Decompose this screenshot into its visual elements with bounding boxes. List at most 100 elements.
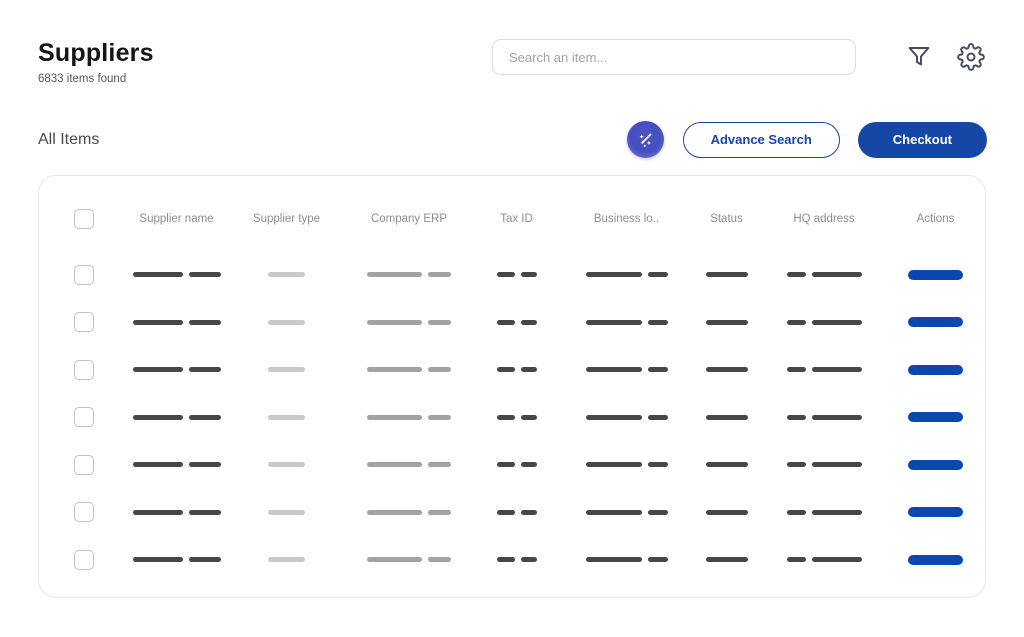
- cell-tax-id: [469, 367, 564, 372]
- skeleton-bar: [787, 510, 806, 515]
- row-checkbox[interactable]: [74, 550, 94, 570]
- cell-status: [689, 462, 764, 467]
- header-cell-tax-id: Tax ID: [469, 213, 564, 225]
- skeleton-bar: [706, 510, 748, 515]
- cell-status: [689, 320, 764, 325]
- skeleton-bar: [428, 320, 451, 325]
- cell-supplier-type: [224, 367, 349, 372]
- cell-business-location: [564, 462, 689, 467]
- row-checkbox[interactable]: [74, 455, 94, 475]
- settings-button[interactable]: [956, 42, 986, 72]
- row-checkbox[interactable]: [74, 265, 94, 285]
- column-label-supplier-type: Supplier type: [253, 213, 320, 225]
- skeleton-bar: [133, 415, 183, 420]
- cell-hq-address: [764, 510, 884, 515]
- header-cell-business-location: Business lo..: [564, 213, 689, 225]
- skeleton-bar: [133, 272, 183, 277]
- table-header-row: Supplier nameSupplier typeCompany ERPTax…: [39, 176, 985, 251]
- skeleton-bar: [706, 462, 748, 467]
- cell-actions: [884, 460, 986, 470]
- skeleton-bar: [367, 272, 422, 277]
- page-title: Suppliers: [38, 38, 154, 68]
- checkout-button[interactable]: Checkout: [858, 122, 987, 158]
- row-checkbox[interactable]: [74, 407, 94, 427]
- skeleton-bar: [189, 272, 221, 277]
- skeleton-bar: [428, 272, 451, 277]
- header-cell-company-erp: Company ERP: [349, 213, 469, 225]
- skeleton-bar: [586, 272, 642, 277]
- table-row: [39, 536, 985, 584]
- cell-select: [39, 597, 129, 598]
- row-checkbox[interactable]: [74, 360, 94, 380]
- cell-business-location: [564, 272, 689, 277]
- title-block: Suppliers 6833 items found: [38, 38, 154, 85]
- skeleton-bar: [497, 557, 515, 562]
- suppliers-table-card: Supplier nameSupplier typeCompany ERPTax…: [38, 175, 986, 598]
- skeleton-bar: [648, 510, 668, 515]
- skeleton-bar: [268, 557, 305, 562]
- advance-search-button[interactable]: Advance Search: [683, 122, 840, 158]
- skeleton-bar: [133, 320, 183, 325]
- cell-select: [39, 407, 129, 427]
- cell-hq-address: [764, 462, 884, 467]
- filter-funnel-icon: [905, 43, 933, 71]
- skeleton-bar: [812, 557, 862, 562]
- skeleton-bar: [497, 320, 515, 325]
- toolbar: All Items Advance Search Checkout: [0, 121, 1024, 158]
- cell-company-erp: [349, 367, 469, 372]
- header-icons: [904, 42, 986, 72]
- skeleton-bar: [521, 415, 537, 420]
- cell-supplier-type: [224, 510, 349, 515]
- cell-select: [39, 550, 129, 570]
- skeleton-bar: [648, 462, 668, 467]
- action-skeleton-bar: [908, 555, 963, 565]
- skeleton-bar: [497, 462, 515, 467]
- header-cell-supplier-type: Supplier type: [224, 213, 349, 225]
- skeleton-bar: [497, 510, 515, 515]
- header-cell-select: [39, 209, 129, 229]
- skeleton-bar: [586, 557, 642, 562]
- cell-hq-address: [764, 320, 884, 325]
- cell-supplier-name: [129, 367, 224, 372]
- skeleton-bar: [521, 462, 537, 467]
- row-checkbox[interactable]: [74, 597, 94, 598]
- page-header: Suppliers 6833 items found: [0, 0, 1024, 85]
- header-cell-hq-address: HQ address: [764, 213, 884, 225]
- skeleton-bar: [428, 510, 451, 515]
- skeleton-bar: [521, 272, 537, 277]
- filter-button[interactable]: [904, 42, 934, 72]
- header-cell-actions: Actions: [884, 213, 986, 225]
- table-row: [39, 251, 985, 299]
- magic-wand-button[interactable]: [627, 121, 664, 158]
- skeleton-bar: [521, 320, 537, 325]
- all-items-label: All Items: [38, 131, 99, 149]
- skeleton-bar: [586, 462, 642, 467]
- skeleton-bar: [521, 510, 537, 515]
- skeleton-bar: [586, 367, 642, 372]
- row-checkbox[interactable]: [74, 312, 94, 332]
- cell-status: [689, 415, 764, 420]
- column-label-company-erp: Company ERP: [371, 213, 447, 225]
- cell-supplier-type: [224, 462, 349, 467]
- search-input[interactable]: [492, 39, 856, 75]
- cell-hq-address: [764, 557, 884, 562]
- skeleton-bar: [133, 367, 183, 372]
- table-row: [39, 394, 985, 442]
- cell-supplier-type: [224, 320, 349, 325]
- cell-actions: [884, 365, 986, 375]
- skeleton-bar: [648, 320, 668, 325]
- table-row: [39, 299, 985, 347]
- cell-supplier-name: [129, 510, 224, 515]
- cell-hq-address: [764, 272, 884, 277]
- action-skeleton-bar: [908, 365, 963, 375]
- skeleton-bar: [497, 272, 515, 277]
- select-all-checkbox[interactable]: [74, 209, 94, 229]
- cell-status: [689, 367, 764, 372]
- skeleton-bar: [706, 272, 748, 277]
- cell-business-location: [564, 320, 689, 325]
- skeleton-bar: [428, 415, 451, 420]
- row-checkbox[interactable]: [74, 502, 94, 522]
- cell-select: [39, 455, 129, 475]
- cell-tax-id: [469, 272, 564, 277]
- skeleton-bar: [812, 415, 862, 420]
